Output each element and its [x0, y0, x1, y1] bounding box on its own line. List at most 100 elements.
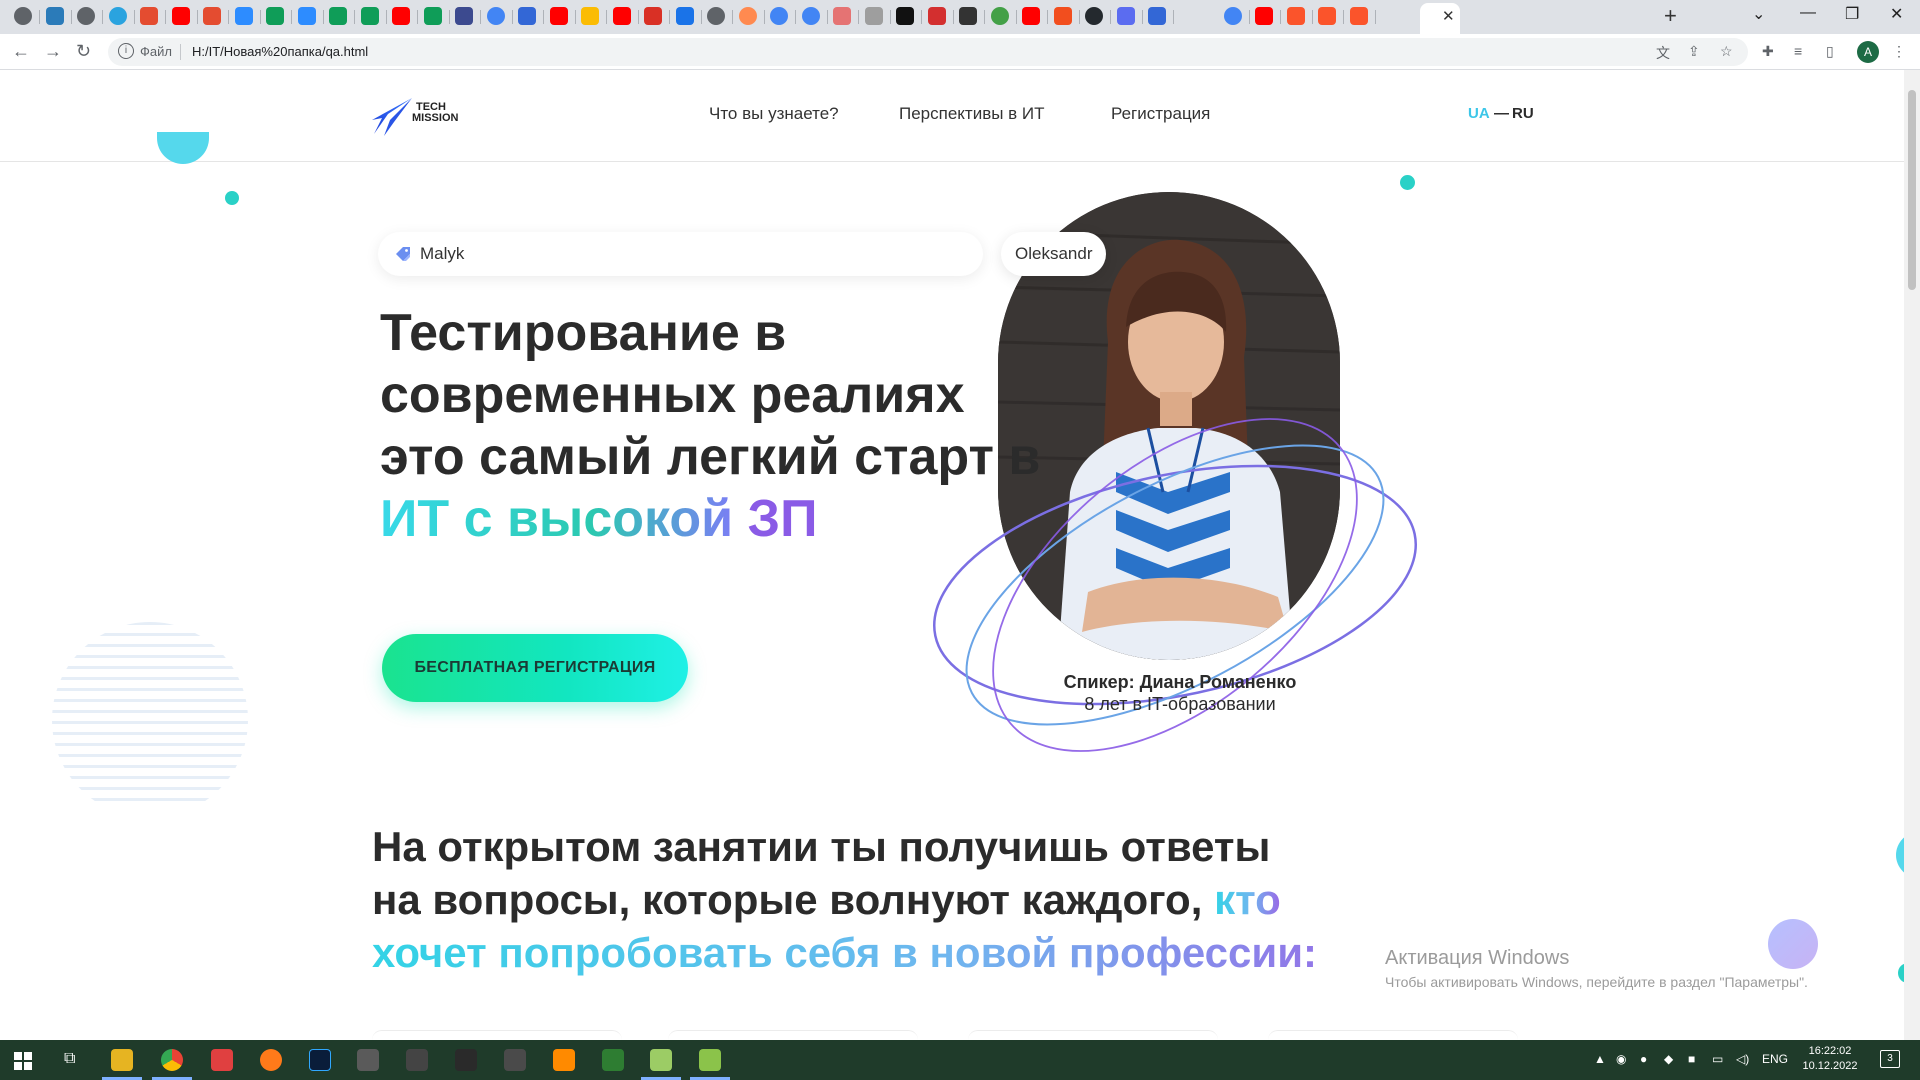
tray-icon[interactable]: ◉: [1616, 1052, 1626, 1066]
notification-center-icon[interactable]: 3: [1880, 1050, 1900, 1068]
youtube-icon[interactable]: [171, 7, 190, 25]
brave-icon[interactable]: [1286, 7, 1305, 25]
forward-icon[interactable]: →: [44, 41, 62, 62]
pen-icon[interactable]: [518, 7, 536, 25]
window-close-icon[interactable]: ✕: [1890, 4, 1903, 24]
figma-icon[interactable]: [1053, 7, 1072, 25]
network-icon[interactable]: ▭: [1712, 1052, 1723, 1066]
page-scrollbar[interactable]: [1904, 70, 1920, 1040]
pen-icon[interactable]: [1148, 7, 1166, 25]
bookmark-star-icon[interactable]: ☆: [1720, 43, 1733, 60]
zoom-icon[interactable]: [234, 7, 253, 25]
tray-icon[interactable]: ▲: [1594, 1052, 1606, 1066]
nav-it-prospects[interactable]: Перспективы в ИТ: [899, 104, 1045, 124]
x-icon[interactable]: [927, 7, 946, 25]
volume-icon[interactable]: ◁): [1736, 1052, 1749, 1066]
code-icon[interactable]: [864, 7, 883, 25]
system-clock[interactable]: 16:22:02 10.12.2022: [1802, 1044, 1858, 1074]
notepad-icon[interactable]: [650, 1049, 672, 1071]
brave-icon[interactable]: [1349, 7, 1368, 25]
firefox-icon[interactable]: [260, 1049, 282, 1071]
tray-icon[interactable]: ◆: [1664, 1052, 1673, 1066]
game-icon[interactable]: [406, 1049, 428, 1071]
git-icon[interactable]: [140, 7, 158, 25]
chrome-icon[interactable]: [14, 7, 32, 25]
gmail-icon[interactable]: [644, 7, 662, 25]
youtube-icon[interactable]: [612, 7, 631, 25]
profile-avatar[interactable]: A: [1857, 41, 1879, 63]
reading-list-icon[interactable]: ≡: [1794, 43, 1802, 59]
pinwheel-icon[interactable]: [738, 7, 757, 25]
lang-ua[interactable]: UA: [1468, 105, 1490, 122]
scrollbar-thumb[interactable]: [1908, 90, 1916, 290]
site-info-icon[interactable]: i: [118, 43, 134, 59]
photoshop-icon[interactable]: [309, 1049, 331, 1071]
game-icon[interactable]: [455, 1049, 477, 1071]
github-icon[interactable]: [1085, 7, 1103, 25]
youtube-icon[interactable]: [1255, 7, 1273, 25]
tray-icon[interactable]: ●: [1640, 1052, 1647, 1066]
free-registration-button[interactable]: БЕСПЛАТНАЯ РЕГИСТРАЦИЯ: [382, 634, 688, 702]
tab-separator: [858, 10, 859, 24]
game-icon[interactable]: [504, 1049, 526, 1071]
input-language[interactable]: ENG: [1762, 1052, 1788, 1066]
paint-icon[interactable]: [699, 1049, 721, 1071]
vlc-icon[interactable]: [553, 1049, 575, 1071]
app-icon[interactable]: [211, 1049, 233, 1071]
game-icon[interactable]: [357, 1049, 379, 1071]
drive-icon[interactable]: [581, 7, 599, 25]
lang-ru[interactable]: RU: [1512, 105, 1534, 122]
cake-icon[interactable]: [833, 7, 851, 25]
youtube-icon[interactable]: [1022, 7, 1040, 25]
google-icon[interactable]: [770, 7, 788, 25]
tab-search-icon[interactable]: ⌄: [1752, 4, 1765, 24]
active-tab[interactable]: ✕: [1420, 3, 1460, 34]
calc-icon[interactable]: [455, 7, 473, 25]
sheets-icon[interactable]: [266, 7, 284, 25]
tray-icon[interactable]: ■: [1688, 1052, 1695, 1066]
hero-title-line-1: Тестирование в: [380, 304, 787, 362]
translate-icon[interactable]: 文: [1656, 43, 1670, 63]
sheets-icon[interactable]: [423, 7, 442, 25]
address-bar[interactable]: i Файл H:/IT/Новая%20папка/qa.html: [108, 38, 1748, 66]
task-view-icon[interactable]: ⧉: [64, 1050, 75, 1068]
windows-start-icon[interactable]: [14, 1052, 32, 1070]
sheets-icon[interactable]: [360, 7, 379, 25]
minimize-icon[interactable]: —: [1800, 4, 1816, 22]
youtube-icon[interactable]: [549, 7, 568, 25]
sheets-icon[interactable]: [329, 7, 347, 25]
globe-icon[interactable]: [77, 7, 95, 25]
menu-icon[interactable]: ⋮: [1892, 43, 1906, 60]
side-panel-icon[interactable]: ▯: [1826, 43, 1834, 60]
globe-icon[interactable]: [707, 7, 725, 25]
file-explorer-icon[interactable]: [111, 1049, 133, 1071]
google-icon[interactable]: [801, 7, 820, 25]
restore-icon[interactable]: ❐: [1845, 4, 1859, 24]
nav-registration[interactable]: Регистрация: [1111, 104, 1210, 124]
ads-icon[interactable]: [675, 7, 694, 25]
chrome-taskbar-icon[interactable]: [161, 1049, 183, 1071]
tech-mission-logo[interactable]: TECH MISSION: [370, 94, 470, 138]
back-icon[interactable]: ←: [12, 41, 30, 62]
r-icon[interactable]: [45, 7, 64, 25]
google-icon[interactable]: [1223, 7, 1242, 25]
extensions-icon[interactable]: ✚: [1762, 43, 1774, 60]
git-icon[interactable]: [203, 7, 221, 25]
telegram-icon[interactable]: [108, 7, 127, 25]
wiki-icon[interactable]: [959, 7, 977, 25]
maps-icon[interactable]: [486, 7, 505, 25]
app-icon[interactable]: [602, 1049, 624, 1071]
cn-icon[interactable]: [896, 7, 914, 25]
zoom-icon[interactable]: [297, 7, 316, 25]
sb-icon[interactable]: [1116, 7, 1135, 25]
name-tag-pill-secondary: Oleksandr: [1001, 232, 1107, 276]
reload-icon[interactable]: ↻: [76, 41, 91, 62]
alarm-icon[interactable]: [990, 7, 1009, 25]
url-text[interactable]: H:/IT/Новая%20папка/qa.html: [192, 44, 368, 59]
share-icon[interactable]: ⇪: [1688, 43, 1700, 60]
new-tab-button[interactable]: +: [1664, 3, 1677, 29]
brave-icon[interactable]: [1318, 7, 1336, 25]
close-tab-icon[interactable]: ✕: [1442, 7, 1455, 25]
youtube-icon[interactable]: [392, 7, 410, 25]
nav-what-you-learn[interactable]: Что вы узнаете?: [709, 104, 839, 124]
